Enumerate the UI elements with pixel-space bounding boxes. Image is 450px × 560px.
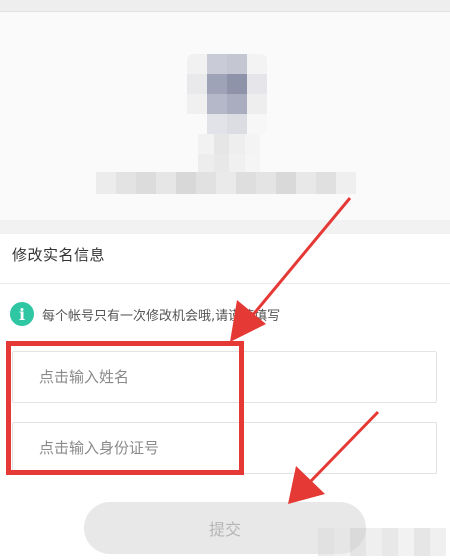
annotation-arrow-2 xyxy=(288,410,380,504)
annotation-arrow-1 xyxy=(230,197,352,342)
annotation-arrows xyxy=(230,197,380,504)
